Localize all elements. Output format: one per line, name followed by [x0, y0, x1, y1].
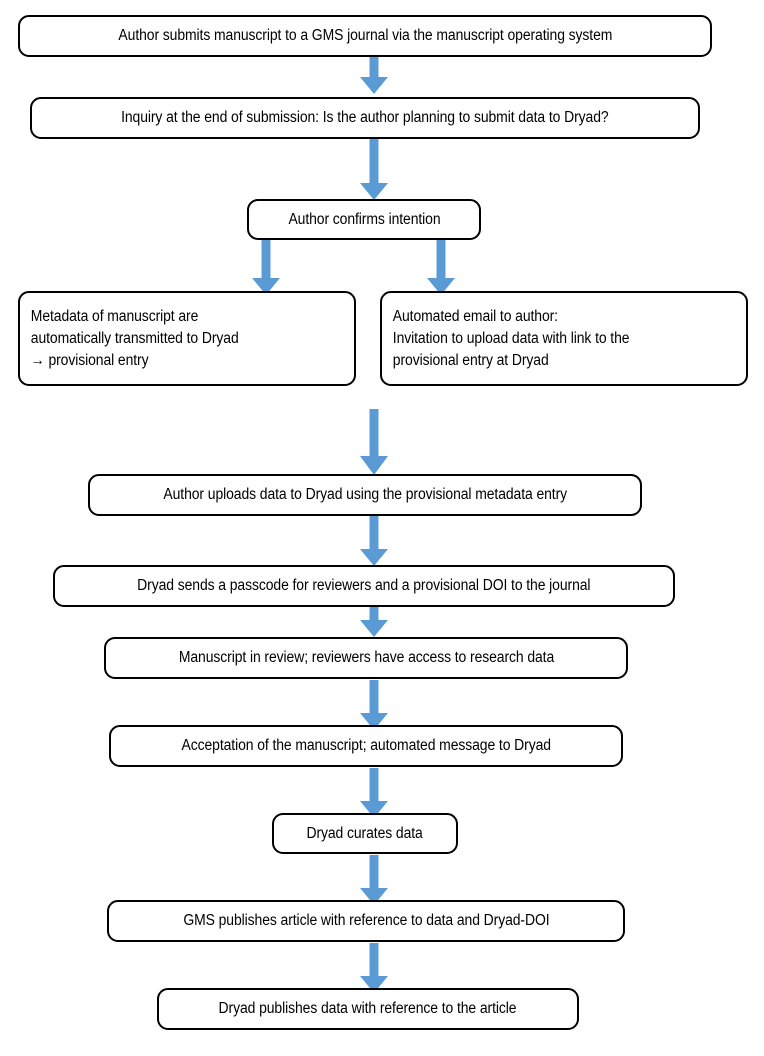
flow-node-label: Dryad curates data — [306, 824, 424, 842]
down-arrow-icon — [251, 239, 281, 295]
flow-node-author-submits-manuscript[interactable]: Author submits manuscript to a GMS journ… — [18, 15, 712, 57]
flow-node-label: Author submits manuscript to a GMS journ… — [118, 27, 612, 44]
flow-node-dryad-curates-data[interactable]: Dryad curates data — [272, 813, 458, 854]
flow-node-label: Metadata of manuscript are automatically… — [30, 307, 239, 369]
flow-node-label: Dryad publishes data with reference to t… — [219, 1000, 517, 1017]
flow-node-acceptation-of-manuscript[interactable]: Acceptation of the manuscript; automated… — [109, 725, 623, 767]
down-arrow-icon — [359, 138, 389, 200]
flow-node-gms-publishes-article[interactable]: GMS publishes article with reference to … — [107, 900, 625, 942]
flow-node-label: Acceptation of the manuscript; automated… — [181, 737, 551, 754]
flow-node-metadata-transmitted-to-dryad[interactable]: Metadata of manuscript are automatically… — [18, 291, 356, 386]
down-arrow-icon — [359, 56, 389, 94]
down-arrow-icon — [359, 943, 389, 993]
flow-node-label: Author confirms intention — [287, 210, 441, 228]
down-arrow-icon — [426, 239, 456, 295]
flow-node-automated-email-to-author[interactable]: Automated email to author: Invitation to… — [380, 291, 748, 386]
flow-node-label: Manuscript in review; reviewers have acc… — [178, 649, 554, 666]
flow-node-label: Automated email to author: Invitation to… — [392, 307, 630, 369]
flow-node-dryad-sends-passcode[interactable]: Dryad sends a passcode for reviewers and… — [53, 565, 675, 607]
down-arrow-icon — [359, 409, 389, 475]
flow-node-label: Author uploads data to Dryad using the p… — [163, 486, 567, 503]
flow-node-label: GMS publishes article with reference to … — [182, 912, 550, 929]
flow-node-author-confirms-intention[interactable]: Author confirms intention — [247, 199, 481, 240]
flow-node-manuscript-in-review[interactable]: Manuscript in review; reviewers have acc… — [104, 637, 628, 679]
flow-node-label: Inquiry at the end of submission: Is the… — [121, 109, 609, 126]
down-arrow-icon — [359, 680, 389, 730]
flowchart-canvas: Author submits manuscript to a GMS journ… — [0, 0, 764, 1056]
down-arrow-icon — [359, 768, 389, 818]
flow-node-inquiry-end-of-submission[interactable]: Inquiry at the end of submission: Is the… — [30, 97, 700, 139]
flow-node-label: Dryad sends a passcode for reviewers and… — [137, 577, 591, 594]
down-arrow-icon — [359, 855, 389, 905]
down-arrow-icon — [359, 516, 389, 566]
flow-node-dryad-publishes-data[interactable]: Dryad publishes data with reference to t… — [157, 988, 579, 1030]
flow-node-author-uploads-data[interactable]: Author uploads data to Dryad using the p… — [88, 474, 642, 516]
